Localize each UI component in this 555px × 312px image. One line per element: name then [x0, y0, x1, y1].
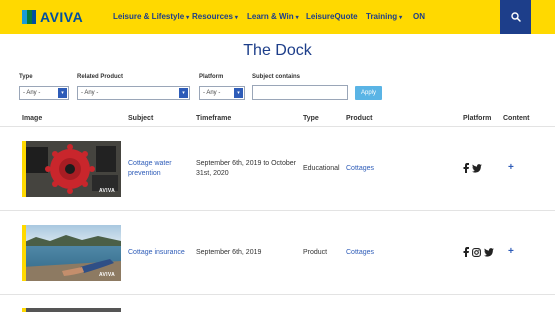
- chevron-down-icon: ▾: [186, 15, 190, 21]
- related-product-select[interactable]: - Any - ▾: [77, 86, 190, 100]
- instagram-icon[interactable]: [472, 247, 481, 257]
- yellow-accent-bar: [22, 308, 26, 312]
- type-select[interactable]: - Any - ▾: [19, 86, 69, 100]
- add-content-button[interactable]: +: [508, 162, 514, 173]
- twitter-icon[interactable]: [484, 247, 494, 257]
- row-subject-link[interactable]: Cottage water prevention: [128, 159, 190, 179]
- dropdown-arrow-icon: ▾: [58, 88, 67, 98]
- column-header-image: Image: [22, 115, 43, 122]
- image-brand-mark: AVIVA: [98, 272, 115, 278]
- nav-item-leisure-lifestyle[interactable]: Leisure & Lifestyle ▾: [113, 12, 189, 21]
- filter-related-product-label: Related Product: [77, 74, 124, 80]
- chevron-down-icon: ▾: [399, 15, 403, 21]
- top-navigation-bar: AVIVA Leisure & Lifestyle ▾ Resources ▾ Le…: [0, 0, 555, 34]
- chevron-down-icon: ▾: [295, 15, 299, 21]
- aviva-logo-mark-icon: [22, 9, 36, 24]
- column-header-subject: Subject: [128, 115, 154, 122]
- add-content-button[interactable]: +: [508, 246, 514, 257]
- dropdown-arrow-icon: ▾: [234, 88, 243, 98]
- aviva-logo[interactable]: AVIVA: [22, 8, 83, 25]
- column-header-content: Content: [503, 115, 530, 122]
- row-timeframe: September 6th, 2019 to October 31st, 202…: [196, 160, 297, 177]
- row-platforms: [463, 163, 482, 173]
- row-thumbnail-image-partial[interactable]: [22, 308, 121, 312]
- page-title: The Dock: [243, 42, 312, 59]
- column-header-type: Type: [303, 115, 319, 122]
- nav-item-leisurequote[interactable]: LeisureQuote: [306, 12, 358, 21]
- twitter-icon[interactable]: [472, 163, 482, 173]
- facebook-icon[interactable]: [463, 163, 469, 173]
- row-thumbnail-image[interactable]: AVIVA: [22, 141, 121, 197]
- row-divider: [0, 294, 555, 295]
- row-divider: [0, 210, 555, 211]
- image-brand-mark: AVIVA: [98, 188, 115, 194]
- search-icon: [510, 12, 521, 22]
- table-header-divider: [0, 126, 555, 127]
- row-timeframe: September 6th, 2019: [196, 249, 262, 256]
- row-platforms: [463, 247, 494, 257]
- yellow-accent-bar: [22, 225, 26, 281]
- filter-platform-label: Platform: [199, 74, 224, 80]
- platform-select[interactable]: - Any - ▾: [199, 86, 245, 100]
- column-header-platform: Platform: [463, 115, 492, 122]
- filter-subject-label: Subject contains: [252, 74, 301, 80]
- row-type: Product: [303, 249, 328, 256]
- search-button[interactable]: [500, 0, 531, 34]
- nav-item-on[interactable]: ON: [413, 12, 425, 21]
- nav-item-resources[interactable]: Resources ▾: [192, 12, 238, 21]
- filter-type-label: Type: [19, 74, 33, 80]
- row-type: Educational: [303, 165, 340, 172]
- subject-contains-input[interactable]: [252, 85, 348, 100]
- facebook-icon[interactable]: [463, 247, 469, 257]
- nav-item-learn-win[interactable]: Learn & Win ▾: [247, 12, 299, 21]
- yellow-accent-bar: [22, 141, 26, 197]
- apply-button[interactable]: Apply: [355, 86, 382, 100]
- column-header-product: Product: [346, 115, 373, 122]
- row-thumbnail-image[interactable]: AVIVA: [22, 225, 121, 281]
- row-product-link[interactable]: Cottages: [346, 164, 374, 174]
- column-header-timeframe: Timeframe: [196, 115, 232, 122]
- nav-item-training[interactable]: Training ▾: [366, 12, 402, 21]
- brand-name: AVIVA: [40, 8, 84, 25]
- dropdown-arrow-icon: ▾: [179, 88, 188, 98]
- chevron-down-icon: ▾: [234, 15, 238, 21]
- row-product-link[interactable]: Cottages: [346, 248, 374, 258]
- row-subject-link[interactable]: Cottage insurance: [128, 248, 190, 258]
